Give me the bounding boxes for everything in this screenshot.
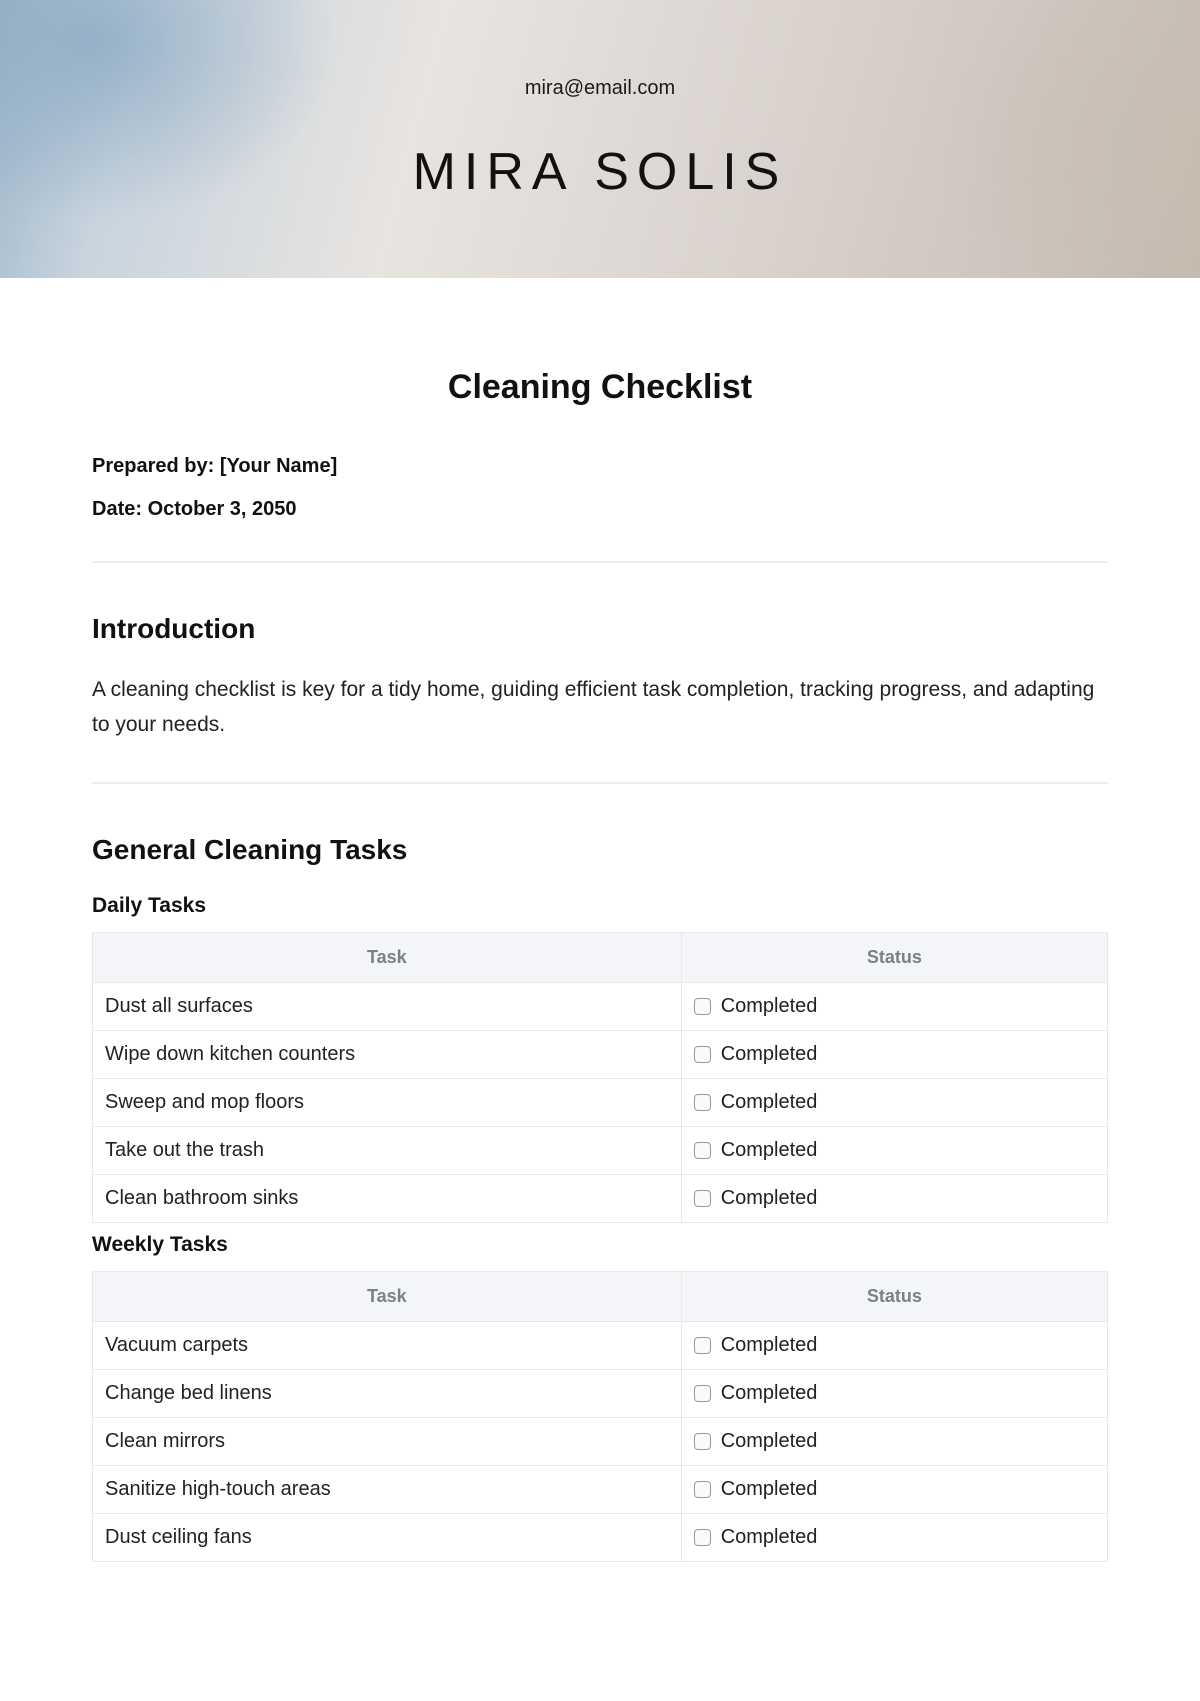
- divider: [92, 561, 1108, 563]
- document-content: Cleaning Checklist Prepared by: [Your Na…: [0, 278, 1200, 1622]
- status-cell: Completed: [681, 1031, 1107, 1079]
- status-cell: Completed: [681, 1514, 1107, 1562]
- status-label: Completed: [721, 1382, 818, 1405]
- status-label: Completed: [721, 1091, 818, 1114]
- header-email: mira@email.com: [525, 77, 675, 100]
- status-cell: Completed: [681, 1127, 1107, 1175]
- checkbox-icon[interactable]: [694, 1142, 711, 1159]
- document-header: mira@email.com MIRA SOLIS: [0, 0, 1200, 278]
- table-row: Wipe down kitchen counters Completed: [93, 1031, 1108, 1079]
- introduction-body: A cleaning checklist is key for a tidy h…: [92, 673, 1108, 742]
- table-row: Sweep and mop floors Completed: [93, 1079, 1108, 1127]
- task-cell: Sweep and mop floors: [93, 1079, 682, 1127]
- status-cell: Completed: [681, 1370, 1107, 1418]
- checkbox-icon[interactable]: [694, 998, 711, 1015]
- task-cell: Wipe down kitchen counters: [93, 1031, 682, 1079]
- daily-tasks-heading: Daily Tasks: [92, 894, 1108, 918]
- status-cell: Completed: [681, 1466, 1107, 1514]
- date-line: Date: October 3, 2050: [92, 498, 1108, 521]
- status-label: Completed: [721, 1043, 818, 1066]
- status-label: Completed: [721, 995, 818, 1018]
- page-title: Cleaning Checklist: [92, 368, 1108, 407]
- general-tasks-heading: General Cleaning Tasks: [92, 834, 1108, 866]
- table-header-row: Task Status: [93, 1272, 1108, 1322]
- status-label: Completed: [721, 1478, 818, 1501]
- task-cell: Clean bathroom sinks: [93, 1175, 682, 1223]
- status-label: Completed: [721, 1430, 818, 1453]
- table-row: Vacuum carpets Completed: [93, 1322, 1108, 1370]
- checkbox-icon[interactable]: [694, 1190, 711, 1207]
- checkbox-icon[interactable]: [694, 1046, 711, 1063]
- header-name: MIRA SOLIS: [413, 142, 788, 202]
- checkbox-icon[interactable]: [694, 1529, 711, 1546]
- column-header-task: Task: [93, 1272, 682, 1322]
- task-cell: Vacuum carpets: [93, 1322, 682, 1370]
- task-cell: Take out the trash: [93, 1127, 682, 1175]
- status-label: Completed: [721, 1334, 818, 1357]
- checkbox-icon[interactable]: [694, 1433, 711, 1450]
- status-label: Completed: [721, 1187, 818, 1210]
- table-header-row: Task Status: [93, 933, 1108, 983]
- table-row: Take out the trash Completed: [93, 1127, 1108, 1175]
- column-header-status: Status: [681, 933, 1107, 983]
- column-header-status: Status: [681, 1272, 1107, 1322]
- weekly-tasks-heading: Weekly Tasks: [92, 1233, 1108, 1257]
- status-cell: Completed: [681, 1175, 1107, 1223]
- status-label: Completed: [721, 1139, 818, 1162]
- checkbox-icon[interactable]: [694, 1481, 711, 1498]
- task-cell: Change bed linens: [93, 1370, 682, 1418]
- checkbox-icon[interactable]: [694, 1337, 711, 1354]
- table-row: Clean mirrors Completed: [93, 1418, 1108, 1466]
- introduction-heading: Introduction: [92, 613, 1108, 645]
- checkbox-icon[interactable]: [694, 1094, 711, 1111]
- status-cell: Completed: [681, 1079, 1107, 1127]
- task-cell: Clean mirrors: [93, 1418, 682, 1466]
- column-header-task: Task: [93, 933, 682, 983]
- divider: [92, 782, 1108, 784]
- prepared-by-line: Prepared by: [Your Name]: [92, 455, 1108, 478]
- status-cell: Completed: [681, 1322, 1107, 1370]
- weekly-tasks-table: Task Status Vacuum carpetsCompletedChang…: [92, 1271, 1108, 1562]
- daily-tasks-table: Task Status Dust all surfacesCompletedWi…: [92, 932, 1108, 1223]
- status-cell: Completed: [681, 983, 1107, 1031]
- table-row: Sanitize high-touch areas Completed: [93, 1466, 1108, 1514]
- task-cell: Sanitize high-touch areas: [93, 1466, 682, 1514]
- table-row: Clean bathroom sinks Completed: [93, 1175, 1108, 1223]
- status-cell: Completed: [681, 1418, 1107, 1466]
- task-cell: Dust all surfaces: [93, 983, 682, 1031]
- task-cell: Dust ceiling fans: [93, 1514, 682, 1562]
- checkbox-icon[interactable]: [694, 1385, 711, 1402]
- table-row: Change bed linens Completed: [93, 1370, 1108, 1418]
- table-row: Dust all surfaces Completed: [93, 983, 1108, 1031]
- table-row: Dust ceiling fans Completed: [93, 1514, 1108, 1562]
- status-label: Completed: [721, 1526, 818, 1549]
